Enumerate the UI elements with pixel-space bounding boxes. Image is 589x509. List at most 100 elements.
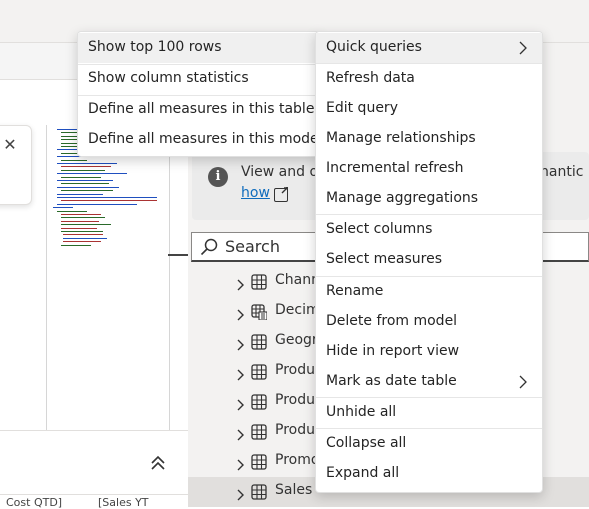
- menu-item-label: Select columns: [326, 221, 433, 237]
- table-icon: [251, 484, 267, 500]
- code-line: [57, 173, 127, 175]
- results-header-row: Cost QTD] [Sales YT: [0, 494, 188, 509]
- table-icon: [251, 334, 267, 350]
- menu-item-label: Mark as date table: [326, 373, 457, 389]
- menu-item-select-columns[interactable]: Select columns: [316, 215, 542, 245]
- tree-item-label: Produ: [275, 422, 315, 438]
- code-line: [63, 241, 101, 243]
- info-icon: i: [208, 167, 228, 187]
- code-line: [57, 197, 157, 198]
- learn-how-link[interactable]: how: [241, 185, 270, 201]
- tree-item-label: Sales: [275, 482, 313, 498]
- info-text-continued: nantic m: [540, 164, 589, 180]
- menu-item-label: Define all measures in this table: [88, 101, 315, 117]
- menu-item-edit-query[interactable]: Edit query: [316, 94, 542, 124]
- menu-item-show-top-100-rows[interactable]: Show top 100 rows: [78, 33, 319, 63]
- code-line: [61, 183, 109, 185]
- code-line: [61, 224, 111, 226]
- code-line: [61, 176, 101, 178]
- chevron-right-icon[interactable]: [235, 396, 245, 411]
- menu-item-show-column-statistics[interactable]: Show column statistics: [78, 64, 319, 94]
- menu-item-select-measures[interactable]: Select measures: [316, 245, 542, 275]
- code-line: [57, 180, 113, 181]
- menu-item-label: Show column statistics: [88, 70, 249, 86]
- context-menu: Quick queries Refresh data Edit query Manag…: [315, 31, 543, 493]
- menu-item-label: Expand all: [326, 465, 400, 481]
- calculated-table-icon: [251, 304, 268, 321]
- menu-item-label: Quick queries: [326, 39, 422, 55]
- close-icon[interactable]: ✕: [2, 137, 18, 153]
- chevron-double-up-icon[interactable]: [147, 452, 169, 474]
- menu-item-collapse-all[interactable]: Collapse all: [316, 429, 542, 459]
- menu-item-incremental-refresh[interactable]: Incremental refresh: [316, 154, 542, 184]
- menu-item-quick-queries[interactable]: Quick queries: [316, 33, 542, 63]
- open-external-icon: [274, 187, 288, 202]
- table-icon: [251, 274, 267, 290]
- tree-item-label: Produ: [275, 362, 315, 378]
- menu-item-define-measures-model[interactable]: Define all measures in this model: [78, 125, 323, 155]
- menu-item-label: Select measures: [326, 251, 442, 267]
- chevron-right-icon[interactable]: [235, 276, 245, 291]
- menu-item-define-measures-table[interactable]: Define all measures in this table: [78, 95, 319, 125]
- code-line: [57, 203, 137, 205]
- code-line: [61, 231, 103, 232]
- menu-item-label: Collapse all: [326, 435, 407, 451]
- tree-item-label: Decim: [275, 302, 320, 318]
- menu-item-rename[interactable]: Rename: [316, 277, 542, 307]
- menu-separator: [316, 214, 542, 215]
- menu-item-label: Delete from model: [326, 313, 458, 329]
- menu-item-label: Manage aggregations: [326, 190, 479, 206]
- code-line: [61, 190, 113, 192]
- table-icon: [251, 364, 267, 380]
- menu-item-label: Manage relationships: [326, 130, 476, 146]
- menu-separator: [316, 63, 542, 64]
- code-line: [57, 186, 119, 188]
- menu-item-hide-in-report-view[interactable]: Hide in report view: [316, 337, 542, 367]
- results-cell: [Sales YT: [98, 496, 149, 509]
- table-icon: [251, 424, 267, 440]
- tree-item-label: Produ: [275, 392, 315, 408]
- chevron-right-icon[interactable]: [235, 426, 245, 441]
- code-line: [61, 214, 101, 215]
- chevron-right-icon[interactable]: [235, 456, 245, 471]
- menu-item-unhide-all[interactable]: Unhide all: [316, 398, 542, 428]
- chevron-right-icon[interactable]: [235, 486, 245, 501]
- quick-queries-submenu: Show top 100 rows Show column statistics…: [77, 31, 323, 157]
- menu-item-manage-aggregations[interactable]: Manage aggregations: [316, 184, 542, 214]
- menu-item-label: Edit query: [326, 100, 398, 116]
- menu-item-expand-all[interactable]: Expand all: [316, 459, 542, 489]
- menu-item-mark-as-date-table[interactable]: Mark as date table: [316, 367, 542, 397]
- menu-item-label: Unhide all: [326, 404, 397, 420]
- query-preview-thumbnail: [46, 125, 170, 430]
- menu-item-label: Incremental refresh: [326, 160, 464, 176]
- code-line: [61, 166, 111, 168]
- table-icon: [251, 454, 267, 470]
- menu-separator: [316, 276, 542, 277]
- menu-item-label: Hide in report view: [326, 343, 460, 359]
- code-line: [61, 217, 105, 219]
- menu-item-label: Show top 100 rows: [88, 39, 222, 55]
- code-line: [61, 200, 157, 202]
- search-placeholder: Search: [225, 237, 280, 256]
- chevron-right-icon[interactable]: [235, 306, 245, 321]
- menu-item-delete-from-model[interactable]: Delete from model: [316, 307, 542, 337]
- code-line: [63, 237, 107, 239]
- code-line: [57, 163, 117, 164]
- menu-separator: [316, 397, 542, 398]
- results-cell: Cost QTD]: [6, 496, 63, 509]
- chevron-right-icon[interactable]: [235, 336, 245, 351]
- code-line: [61, 220, 99, 222]
- chevron-right-icon[interactable]: [235, 366, 245, 381]
- tree-item-label: Geogr: [275, 332, 318, 348]
- code-line: [63, 234, 103, 236]
- menu-item-manage-relationships[interactable]: Manage relationships: [316, 124, 542, 154]
- chevron-right-icon: [518, 375, 528, 389]
- menu-separator: [316, 428, 542, 429]
- menu-item-refresh-data[interactable]: Refresh data: [316, 64, 542, 94]
- menu-item-label: Rename: [326, 283, 384, 299]
- splitter[interactable]: [168, 254, 188, 256]
- info-text: View and o: [241, 164, 319, 180]
- code-line: [57, 210, 87, 212]
- code-line: [61, 169, 105, 171]
- code-line: [53, 207, 73, 209]
